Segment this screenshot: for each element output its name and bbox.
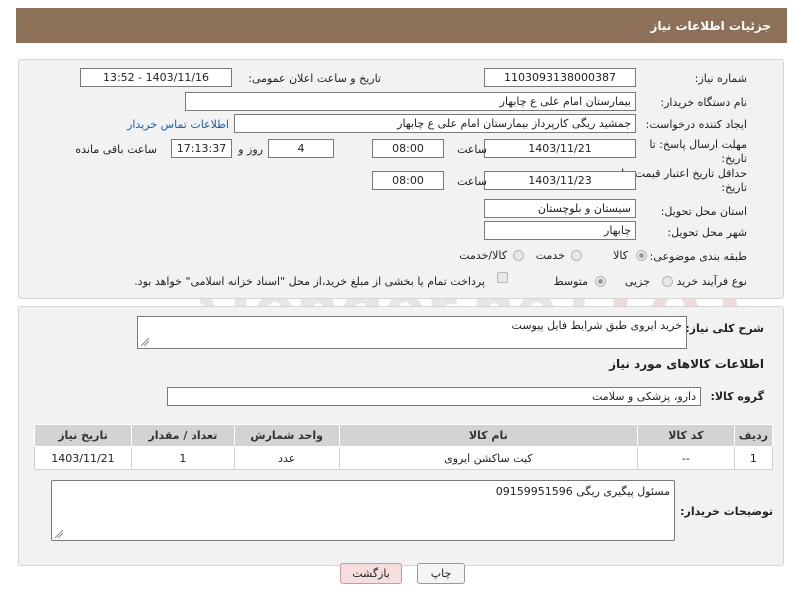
reply-date-field: 1403/11/21 (484, 139, 636, 158)
buyer-notes-label: توضیحات خریدار: (680, 505, 773, 518)
reply-time-field: 08:00 (372, 139, 444, 158)
price-time-label: ساعت (457, 175, 487, 188)
print-button[interactable]: چاپ (417, 563, 465, 584)
resize-handle-icon[interactable] (141, 338, 149, 346)
category-goods-radio[interactable] (636, 250, 647, 261)
cell-goods-name: کیت ساکشن ایروی (338, 446, 638, 470)
cell-row-number: 1 (733, 446, 774, 470)
summary-textarea[interactable]: خرید ایروی طبق شرایط فایل پیوست (137, 316, 687, 349)
col-unit: واحد شمارش (233, 424, 340, 447)
purchase-medium-radio[interactable] (595, 276, 606, 287)
reply-deadline-label: مهلت ارسال پاسخ: تا (649, 138, 747, 151)
city-label: شهر محل تحویل: (667, 226, 747, 239)
price-time-field: 08:00 (372, 171, 444, 190)
price-deadline-label-date: تاریخ: (721, 181, 747, 194)
announce-label: تاریخ و ساعت اعلان عمومی: (248, 72, 381, 85)
purchase-medium-label: متوسط (553, 275, 588, 288)
purchase-minor-radio[interactable] (662, 276, 673, 287)
buyer-notes-textarea[interactable]: مسئول پیگیری ریگی 09159951596 (51, 480, 675, 541)
category-service-radio[interactable] (571, 250, 582, 261)
province-label: استان محل تحویل: (660, 205, 747, 218)
city-field: چابهار (484, 221, 636, 240)
table-row: 1 -- کیت ساکشن ایروی عدد 1 1403/11/21 (34, 446, 774, 470)
cell-unit: عدد (233, 446, 340, 470)
need-number-label: شماره نیاز: (694, 72, 747, 85)
col-goods-code: کد کالا (636, 424, 735, 447)
cell-quantity: 1 (130, 446, 235, 470)
reply-time-label: ساعت (457, 143, 487, 156)
need-number-field: 1103093138000387 (484, 68, 636, 87)
remaining-time-field: 17:13:37 (171, 139, 232, 158)
goods-group-field: دارو، پزشکی و سلامت (167, 387, 701, 406)
summary-label: شرح کلی نیاز: (685, 322, 764, 335)
goods-group-label: گروه کالا: (710, 390, 764, 403)
buyer-org-field: بیمارستان امام علی ع چابهار (185, 92, 636, 111)
purchase-type-label: نوع فرآیند خرید : (669, 275, 747, 288)
category-goods-service-label: کالا/خدمت (459, 249, 507, 262)
province-field: سیستان و بلوچستان (484, 199, 636, 218)
remaining-time-label: ساعت باقی مانده (75, 143, 157, 156)
days-label: روز و (238, 143, 263, 156)
col-need-date: تاریخ نیاز (34, 424, 132, 447)
page-title: جزئیات اطلاعات نیاز (650, 18, 771, 33)
category-service-label: خدمت (535, 249, 565, 262)
reply-deadline-label-date: تاریخ: (721, 152, 747, 165)
page-header: جزئیات اطلاعات نیاز (16, 8, 787, 43)
creator-field: جمشید ریگی کارپرداز بیمارستان امام علی ع… (234, 114, 636, 133)
back-button[interactable]: بازگشت (340, 563, 402, 584)
treasury-payment-checkbox[interactable] (497, 272, 508, 283)
col-quantity: تعداد / مقدار (130, 424, 235, 447)
goods-table: ردیف کد کالا نام کالا واحد شمارش تعداد /… (34, 424, 774, 470)
days-remaining-field: 4 (268, 139, 334, 158)
creator-label: ایجاد کننده درخواست: (645, 118, 747, 131)
cell-need-date: 1403/11/21 (34, 446, 132, 470)
announce-datetime-field: 1403/11/16 - 13:52 (80, 68, 232, 87)
col-row-number: ردیف (733, 424, 774, 447)
resize-handle-icon[interactable] (55, 530, 63, 538)
buyer-org-label: نام دستگاه خریدار: (660, 96, 747, 109)
buyer-contact-link[interactable]: اطلاعات تماس خریدار (127, 118, 229, 131)
goods-info-title: اطلاعات کالاهای مورد نیاز (609, 357, 764, 371)
category-goods-label: کالا (613, 249, 628, 262)
buyer-notes-text: مسئول پیگیری ریگی 09159951596 (495, 485, 670, 498)
cell-goods-code: -- (636, 446, 735, 470)
summary-text: خرید ایروی طبق شرایط فایل پیوست (511, 319, 682, 332)
category-label: طبقه بندی موضوعی: (649, 250, 747, 263)
purchase-minor-label: جزیی (624, 275, 650, 288)
category-goods-service-radio[interactable] (513, 250, 524, 261)
col-goods-name: نام کالا (338, 424, 638, 447)
goods-table-header: ردیف کد کالا نام کالا واحد شمارش تعداد /… (34, 424, 774, 447)
treasury-payment-note: پرداخت تمام یا بخشی از مبلغ خرید،از محل … (134, 275, 485, 288)
price-date-field: 1403/11/23 (484, 171, 636, 190)
price-deadline-label: حداقل تاریخ اعتبار قیمت: تا (621, 167, 747, 180)
